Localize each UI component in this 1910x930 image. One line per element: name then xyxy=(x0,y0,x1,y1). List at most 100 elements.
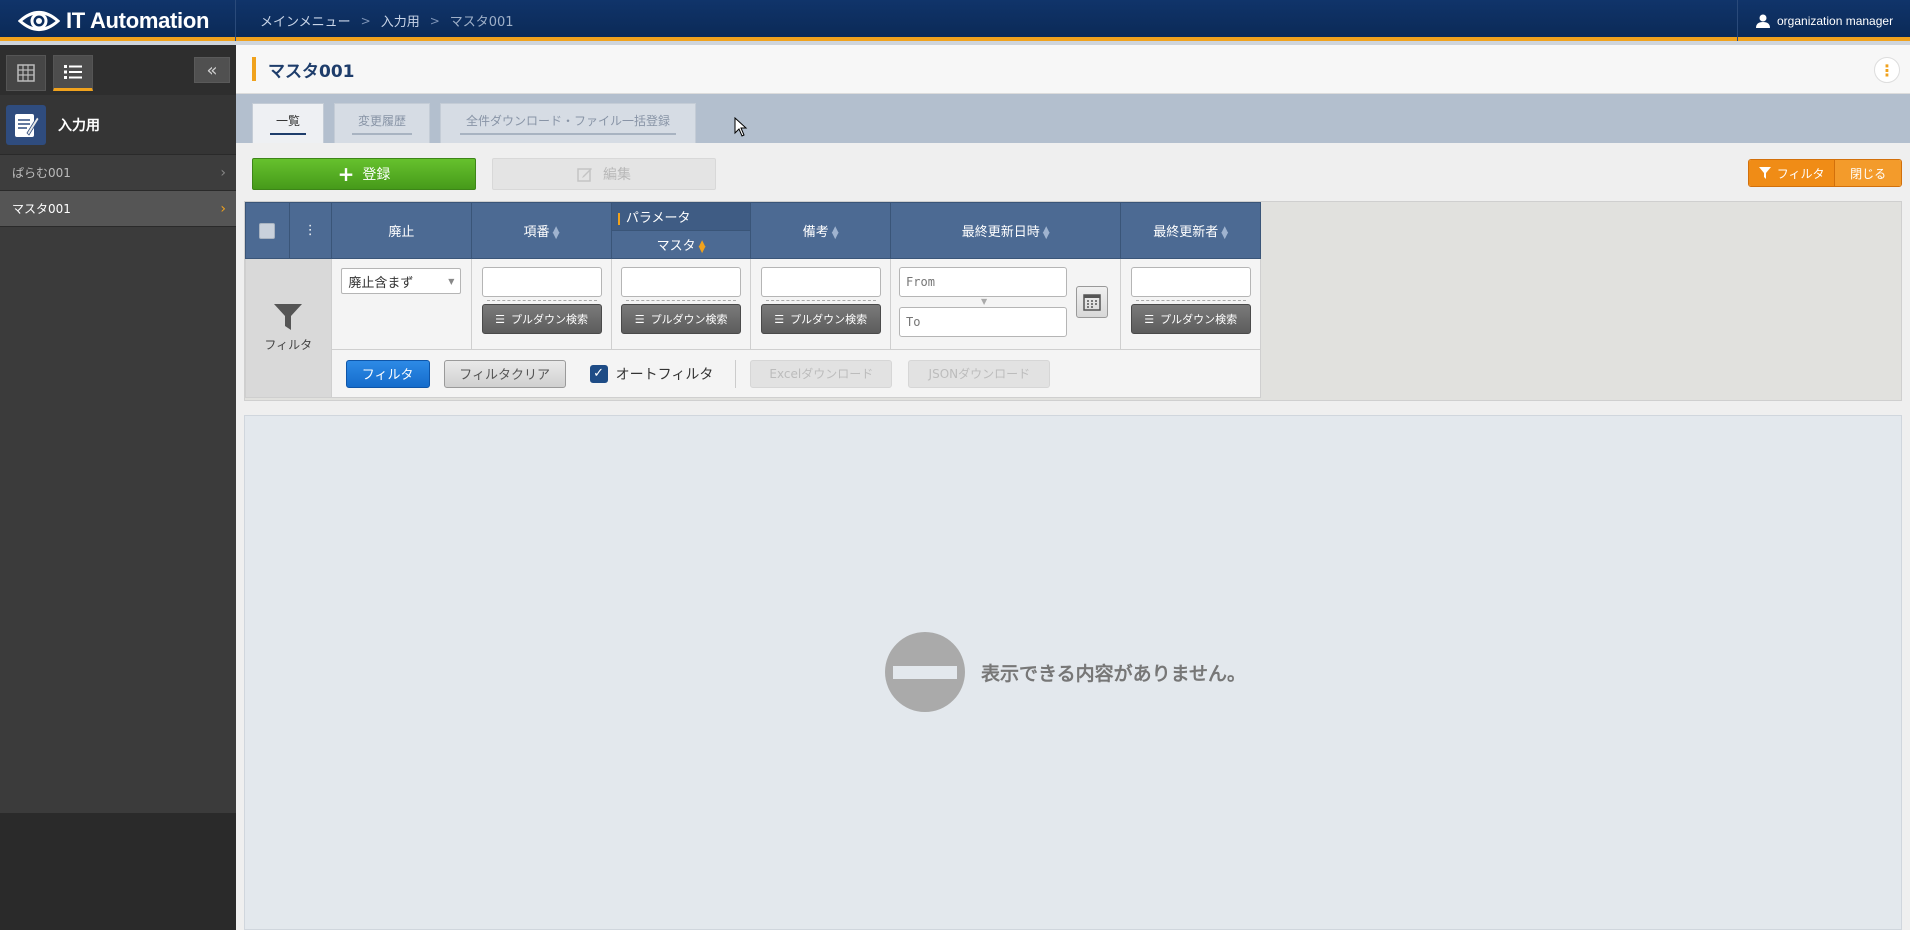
user-name: organization manager xyxy=(1777,13,1894,28)
filter-toggle-label[interactable]: フィルタ xyxy=(1749,160,1836,186)
logo[interactable]: IT Automation xyxy=(0,0,236,41)
filter-cell-item-no: ☰ プルダウン検索 xyxy=(471,258,612,350)
pulldown-search-button[interactable]: ☰ プルダウン検索 xyxy=(621,300,742,334)
app-name: IT Automation xyxy=(66,7,210,33)
funnel-icon xyxy=(274,303,303,330)
json-download-button[interactable]: JSONダウンロード xyxy=(908,359,1051,388)
sort-icon: ▲ ▼ xyxy=(1221,224,1229,241)
list-icon: ☰ xyxy=(495,312,505,326)
breadcrumb-item-main-menu[interactable]: メインメニュー xyxy=(260,11,351,30)
logo-eye-icon xyxy=(18,10,60,31)
chevron-right-icon: › xyxy=(220,164,226,181)
filter-clear-button[interactable]: フィルタクリア xyxy=(443,359,566,388)
filter-cell-last-updater: ☰ プルダウン検索 xyxy=(1120,258,1261,350)
column-header-remarks[interactable]: 備考 ▲ ▼ xyxy=(750,202,892,259)
funnel-icon xyxy=(1758,167,1771,179)
sidebar-item-param001[interactable]: ぱらむ001 › xyxy=(0,155,236,191)
grid-area: ⋮ 廃止 項番 ▲ ▼ パラメータ 備考 ▲ ▼ 最終更新日時 ▲ ▼ 最終更新者 ▲ ▼ マス… xyxy=(244,201,1902,401)
breadcrumb: メインメニュー > 入力用 > マスタ001 xyxy=(260,0,514,41)
grid-icon xyxy=(17,64,35,82)
sidebar-item-master001[interactable]: マスタ001 › xyxy=(0,191,236,227)
excel-download-button[interactable]: Excelダウンロード xyxy=(750,359,893,388)
mouse-cursor-icon xyxy=(734,117,748,137)
list-view-tab[interactable] xyxy=(53,55,93,91)
chevron-right-icon: > xyxy=(360,13,371,28)
sort-icon: ▲ ▼ xyxy=(1042,224,1050,241)
checkbox-checked-icon[interactable]: ✓ xyxy=(589,364,608,383)
date-from-input[interactable] xyxy=(899,267,1068,297)
auto-filter-label: オートフィルタ xyxy=(615,366,714,383)
item-no-filter-input[interactable] xyxy=(481,267,602,297)
notepad-icon xyxy=(6,104,46,145)
edit-button[interactable]: 編集 xyxy=(492,158,716,190)
sort-icon: ▲ ▼ xyxy=(831,224,839,241)
chevron-right-icon: > xyxy=(429,13,440,28)
last-updater-filter-input[interactable] xyxy=(1130,267,1251,297)
chevron-down-icon: ▼ xyxy=(980,297,988,306)
content-area: + 登録 編集 フィルタ 閉じる ⋮ 廃止 項番 ▲ ▼ パラメータ 備考 ▲ … xyxy=(236,143,1910,930)
filter-cell-discard: 廃止含まず ▼ xyxy=(330,258,473,350)
select-all-checkbox[interactable] xyxy=(259,222,276,239)
date-to-input[interactable] xyxy=(899,307,1068,337)
filter-button[interactable]: フィルタ xyxy=(345,359,430,388)
data-grid: ⋮ 廃止 項番 ▲ ▼ パラメータ 備考 ▲ ▼ 最終更新日時 ▲ ▼ 最終更新者 ▲ ▼ マス… xyxy=(245,202,1262,398)
register-label: 登録 xyxy=(362,167,391,183)
main-area: マスタ001 ⋮ 一覧 変更履歴 全件ダウンロード・ファイル一括登録 + 登録 … xyxy=(236,45,1910,930)
filter-cell-last-updated: ▼ xyxy=(890,258,1122,350)
edit-label: 編集 xyxy=(603,167,631,183)
auto-filter-toggle[interactable]: ✓ オートフィルタ xyxy=(589,364,714,384)
list-icon: ☰ xyxy=(634,312,645,326)
chevron-right-icon: › xyxy=(220,200,226,217)
filter-toggle[interactable]: フィルタ 閉じる xyxy=(1748,159,1902,187)
collapse-sidebar-button[interactable]: « xyxy=(194,57,230,83)
app-header: IT Automation メインメニュー > 入力用 > マスタ001 org… xyxy=(0,0,1910,41)
sidebar-item-label: ぱらむ001 xyxy=(12,166,71,180)
divider xyxy=(735,359,737,388)
breadcrumb-item-input[interactable]: 入力用 xyxy=(381,11,420,30)
more-options-icon[interactable]: ⋮ xyxy=(1874,57,1900,83)
register-button[interactable]: + 登録 xyxy=(252,158,476,190)
filter-close-button[interactable]: 閉じる xyxy=(1835,160,1901,186)
kebab-icon: ⋮ xyxy=(303,223,317,238)
list-icon: ☰ xyxy=(1144,312,1155,326)
menu-group-label: 入力用 xyxy=(58,117,100,134)
edit-icon xyxy=(577,168,592,182)
discard-select[interactable]: 廃止含まず ▼ xyxy=(341,268,462,294)
tab-label: 一覧 xyxy=(269,112,306,135)
user-menu[interactable]: organization manager xyxy=(1737,0,1910,41)
breadcrumb-item-current: マスタ001 xyxy=(449,15,514,30)
tab-history[interactable]: 変更履歴 xyxy=(334,103,430,143)
tab-bar: 一覧 変更履歴 全件ダウンロード・ファイル一括登録 xyxy=(236,94,1910,143)
column-header-item-no[interactable]: 項番 ▲ ▼ xyxy=(471,202,612,259)
empty-state: 表示できる内容がありません。 xyxy=(885,632,1246,712)
tab-label: 変更履歴 xyxy=(351,112,412,135)
sidebar-item-label: マスタ001 xyxy=(12,202,71,216)
column-header-master[interactable]: マスタ ▲ ▼ xyxy=(610,230,752,259)
double-chevron-left-icon: « xyxy=(206,59,218,81)
page-title-bar: マスタ001 ⋮ xyxy=(236,45,1910,94)
page-title: マスタ001 xyxy=(268,62,355,82)
empty-message: 表示できる内容がありません。 xyxy=(981,662,1247,685)
calendar-button[interactable] xyxy=(1076,286,1109,318)
grid-view-tab[interactable] xyxy=(6,55,46,91)
title-accent xyxy=(252,57,256,81)
pulldown-search-button[interactable]: ☰ プルダウン検索 xyxy=(760,300,881,334)
master-filter-input[interactable] xyxy=(621,267,742,297)
filter-row-label: フィルタ xyxy=(245,258,332,398)
filter-actions-row: フィルタ フィルタクリア ✓ オートフィルタ Excelダウンロード JSONダ… xyxy=(330,349,1262,398)
remarks-filter-input[interactable] xyxy=(760,267,881,297)
row-menu-header[interactable]: ⋮ xyxy=(288,202,332,259)
column-group-parameter: パラメータ xyxy=(610,202,752,231)
column-header-last-updater[interactable]: 最終更新者 ▲ ▼ xyxy=(1120,202,1261,259)
plus-icon: + xyxy=(337,162,355,186)
sidebar-tabs: « xyxy=(0,45,236,95)
sidebar-footer xyxy=(0,813,236,930)
user-icon xyxy=(1756,14,1770,28)
select-all-header[interactable] xyxy=(245,202,290,259)
pulldown-search-button[interactable]: ☰ プルダウン検索 xyxy=(1130,300,1251,334)
tab-list[interactable]: 一覧 xyxy=(252,103,324,143)
pulldown-search-button[interactable]: ☰ プルダウン検索 xyxy=(481,300,602,334)
calendar-icon xyxy=(1083,294,1101,311)
column-header-last-updated[interactable]: 最終更新日時 ▲ ▼ xyxy=(890,202,1122,259)
tab-download-upload[interactable]: 全件ダウンロード・ファイル一括登録 xyxy=(440,103,696,143)
